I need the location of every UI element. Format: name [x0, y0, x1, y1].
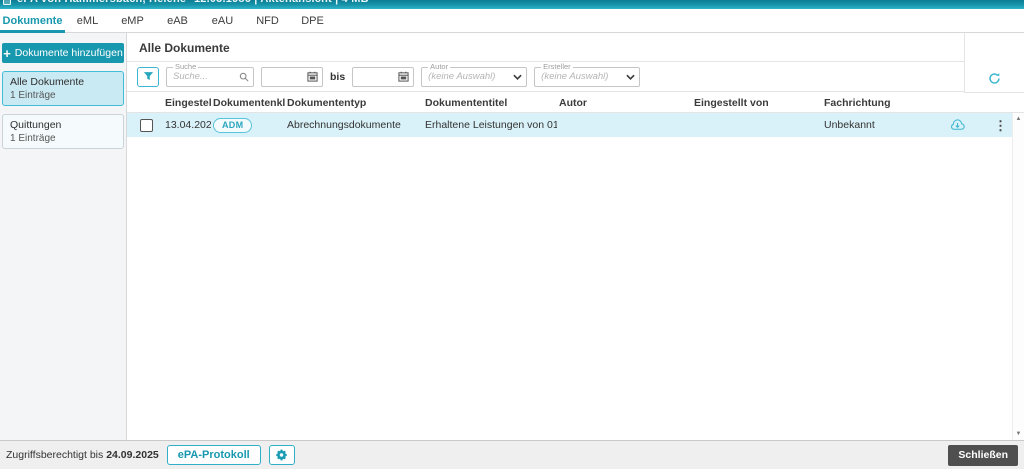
- filter-button[interactable]: [137, 66, 159, 87]
- epa-window: ePA von Hammersbach, Helene *12.03.1986 …: [0, 0, 1024, 469]
- date-from-field: [261, 66, 323, 87]
- filter-toolbar: Suche bis: [127, 62, 964, 92]
- ersteller-value: (keine Auswahl): [541, 71, 609, 82]
- tab-label: NFD: [256, 14, 279, 27]
- plus-icon: +: [3, 45, 11, 61]
- column-header-eingestellt-von: Eingestellt von: [694, 96, 769, 109]
- cell-eingestellt: 13.04.2025: [165, 119, 211, 131]
- date-to-input[interactable]: [353, 71, 399, 82]
- access-text: Zugriffsberechtigt bis 24.09.2025: [6, 449, 159, 461]
- ersteller-select[interactable]: Ersteller (keine Auswahl): [534, 62, 641, 87]
- refresh-area: [964, 33, 1024, 93]
- tab-label: Dokumente: [2, 14, 63, 27]
- date-to-field: [352, 66, 415, 87]
- calendar-icon[interactable]: [307, 71, 318, 82]
- tab-eab[interactable]: eAB: [155, 9, 200, 32]
- tab-bar: Dokumente eML eMP eAB eAU NFD DPE: [0, 9, 1024, 33]
- main-panel: Alle Dokumente Suche Suche... bis Autor …: [127, 33, 1024, 440]
- scroll-down-icon[interactable]: ▼: [1016, 431, 1022, 437]
- sidebar-item-title: Quittungen: [10, 119, 62, 131]
- access-prefix: Zugriffsberechtigt bis: [6, 449, 104, 461]
- cell-dokumententyp: Abrechnungsdokumente: [287, 119, 401, 131]
- sidebar-item-alle-dokumente[interactable]: Alle Dokumente 1 Einträge: [2, 71, 124, 106]
- scroll-up-icon[interactable]: ▲: [1016, 116, 1022, 122]
- window-icon: [3, 0, 11, 5]
- sidebar-item-count: 1 Einträge: [10, 133, 56, 144]
- vertical-scrollbar[interactable]: ▲ ▼: [1012, 113, 1024, 440]
- dokumentenklasse-badge: ADM: [213, 117, 253, 133]
- download-button[interactable]: [950, 119, 965, 131]
- row-checkbox[interactable]: [139, 118, 153, 132]
- tab-label: eAB: [167, 14, 188, 27]
- add-documents-label: Dokumente hinzufügen: [14, 47, 123, 59]
- page-title: Alle Dokumente: [127, 33, 964, 62]
- refresh-button[interactable]: [988, 72, 1001, 85]
- content-area: + Dokumente hinzufügen Alle Dokumente 1 …: [0, 33, 1024, 440]
- search-icon: [239, 72, 249, 82]
- table-row[interactable]: 13.04.2025 ADM Abrechnungsdokumente Erha…: [127, 113, 1012, 137]
- sidebar-item-title: Alle Dokumente: [10, 76, 85, 88]
- chevron-down-icon: [626, 74, 635, 80]
- settings-button[interactable]: [268, 445, 295, 465]
- title-bar: ePA von Hammersbach, Helene *12.03.1986 …: [0, 0, 1024, 9]
- sidebar-item-quittungen[interactable]: Quittungen 1 Einträge: [2, 114, 124, 149]
- column-header-autor: Autor: [559, 96, 587, 109]
- column-header-eingestellt: Eingestellt: [165, 96, 211, 109]
- close-button[interactable]: Schließen: [948, 444, 1018, 466]
- add-documents-button[interactable]: + Dokumente hinzufügen: [2, 43, 124, 63]
- table-body: 13.04.2025 ADM Abrechnungsdokumente Erha…: [127, 113, 1024, 440]
- tab-dokumente[interactable]: Dokumente: [0, 9, 65, 33]
- table-header: Eingestellt Dokumentenklasse Dokumentent…: [127, 93, 1024, 113]
- search-label: Suche: [173, 61, 199, 71]
- gear-icon: [275, 449, 287, 461]
- window-title: ePA von Hammersbach, Helene *12.03.1986 …: [17, 0, 369, 5]
- epa-protokoll-button[interactable]: ePA-Protokoll: [166, 445, 261, 465]
- tab-label: DPE: [301, 14, 324, 27]
- autor-label: Autor: [428, 61, 451, 71]
- ersteller-label: Ersteller: [541, 61, 573, 71]
- tab-nfd[interactable]: NFD: [245, 9, 290, 32]
- cell-dokumententitel: Erhaltene Leistungen von 01.01.2019...: [425, 119, 557, 131]
- main-header: Alle Dokumente Suche Suche... bis Autor …: [127, 33, 1024, 93]
- tab-eml[interactable]: eML: [65, 9, 110, 32]
- column-header-fachrichtung: Fachrichtung: [824, 96, 891, 109]
- calendar-icon[interactable]: [398, 71, 409, 82]
- access-date: 24.09.2025: [106, 449, 159, 461]
- autor-select[interactable]: Autor (keine Auswahl): [421, 62, 528, 87]
- sidebar-item-count: 1 Einträge: [10, 90, 56, 101]
- tab-eau[interactable]: eAU: [200, 9, 245, 32]
- row-menu-button[interactable]: ⋮: [994, 119, 1007, 132]
- date-range-separator: bis: [330, 70, 346, 83]
- sidebar: + Dokumente hinzufügen Alle Dokumente 1 …: [0, 33, 127, 440]
- footer-bar: Zugriffsberechtigt bis 24.09.2025 ePA-Pr…: [0, 440, 1024, 469]
- date-from-input[interactable]: [262, 71, 307, 82]
- cell-fachrichtung: Unbekannt: [824, 119, 875, 131]
- column-header-dokumententyp: Dokumententyp: [287, 96, 367, 109]
- autor-value: (keine Auswahl): [428, 71, 496, 82]
- refresh-icon: [989, 72, 1000, 84]
- tab-emp[interactable]: eMP: [110, 9, 155, 32]
- tab-label: eAU: [211, 14, 234, 27]
- column-header-dokumententitel: Dokumententitel: [425, 96, 508, 109]
- tab-dpe[interactable]: DPE: [290, 9, 335, 32]
- search-field: Suche: [166, 62, 254, 87]
- tab-label: eML: [76, 14, 99, 27]
- chevron-down-icon: [513, 74, 522, 80]
- tab-label: eMP: [121, 14, 144, 27]
- funnel-icon: [143, 72, 153, 80]
- search-input[interactable]: [167, 71, 239, 82]
- cloud-download-icon: [951, 119, 965, 130]
- column-header-dokumentenklasse: Dokumentenklasse: [213, 96, 285, 109]
